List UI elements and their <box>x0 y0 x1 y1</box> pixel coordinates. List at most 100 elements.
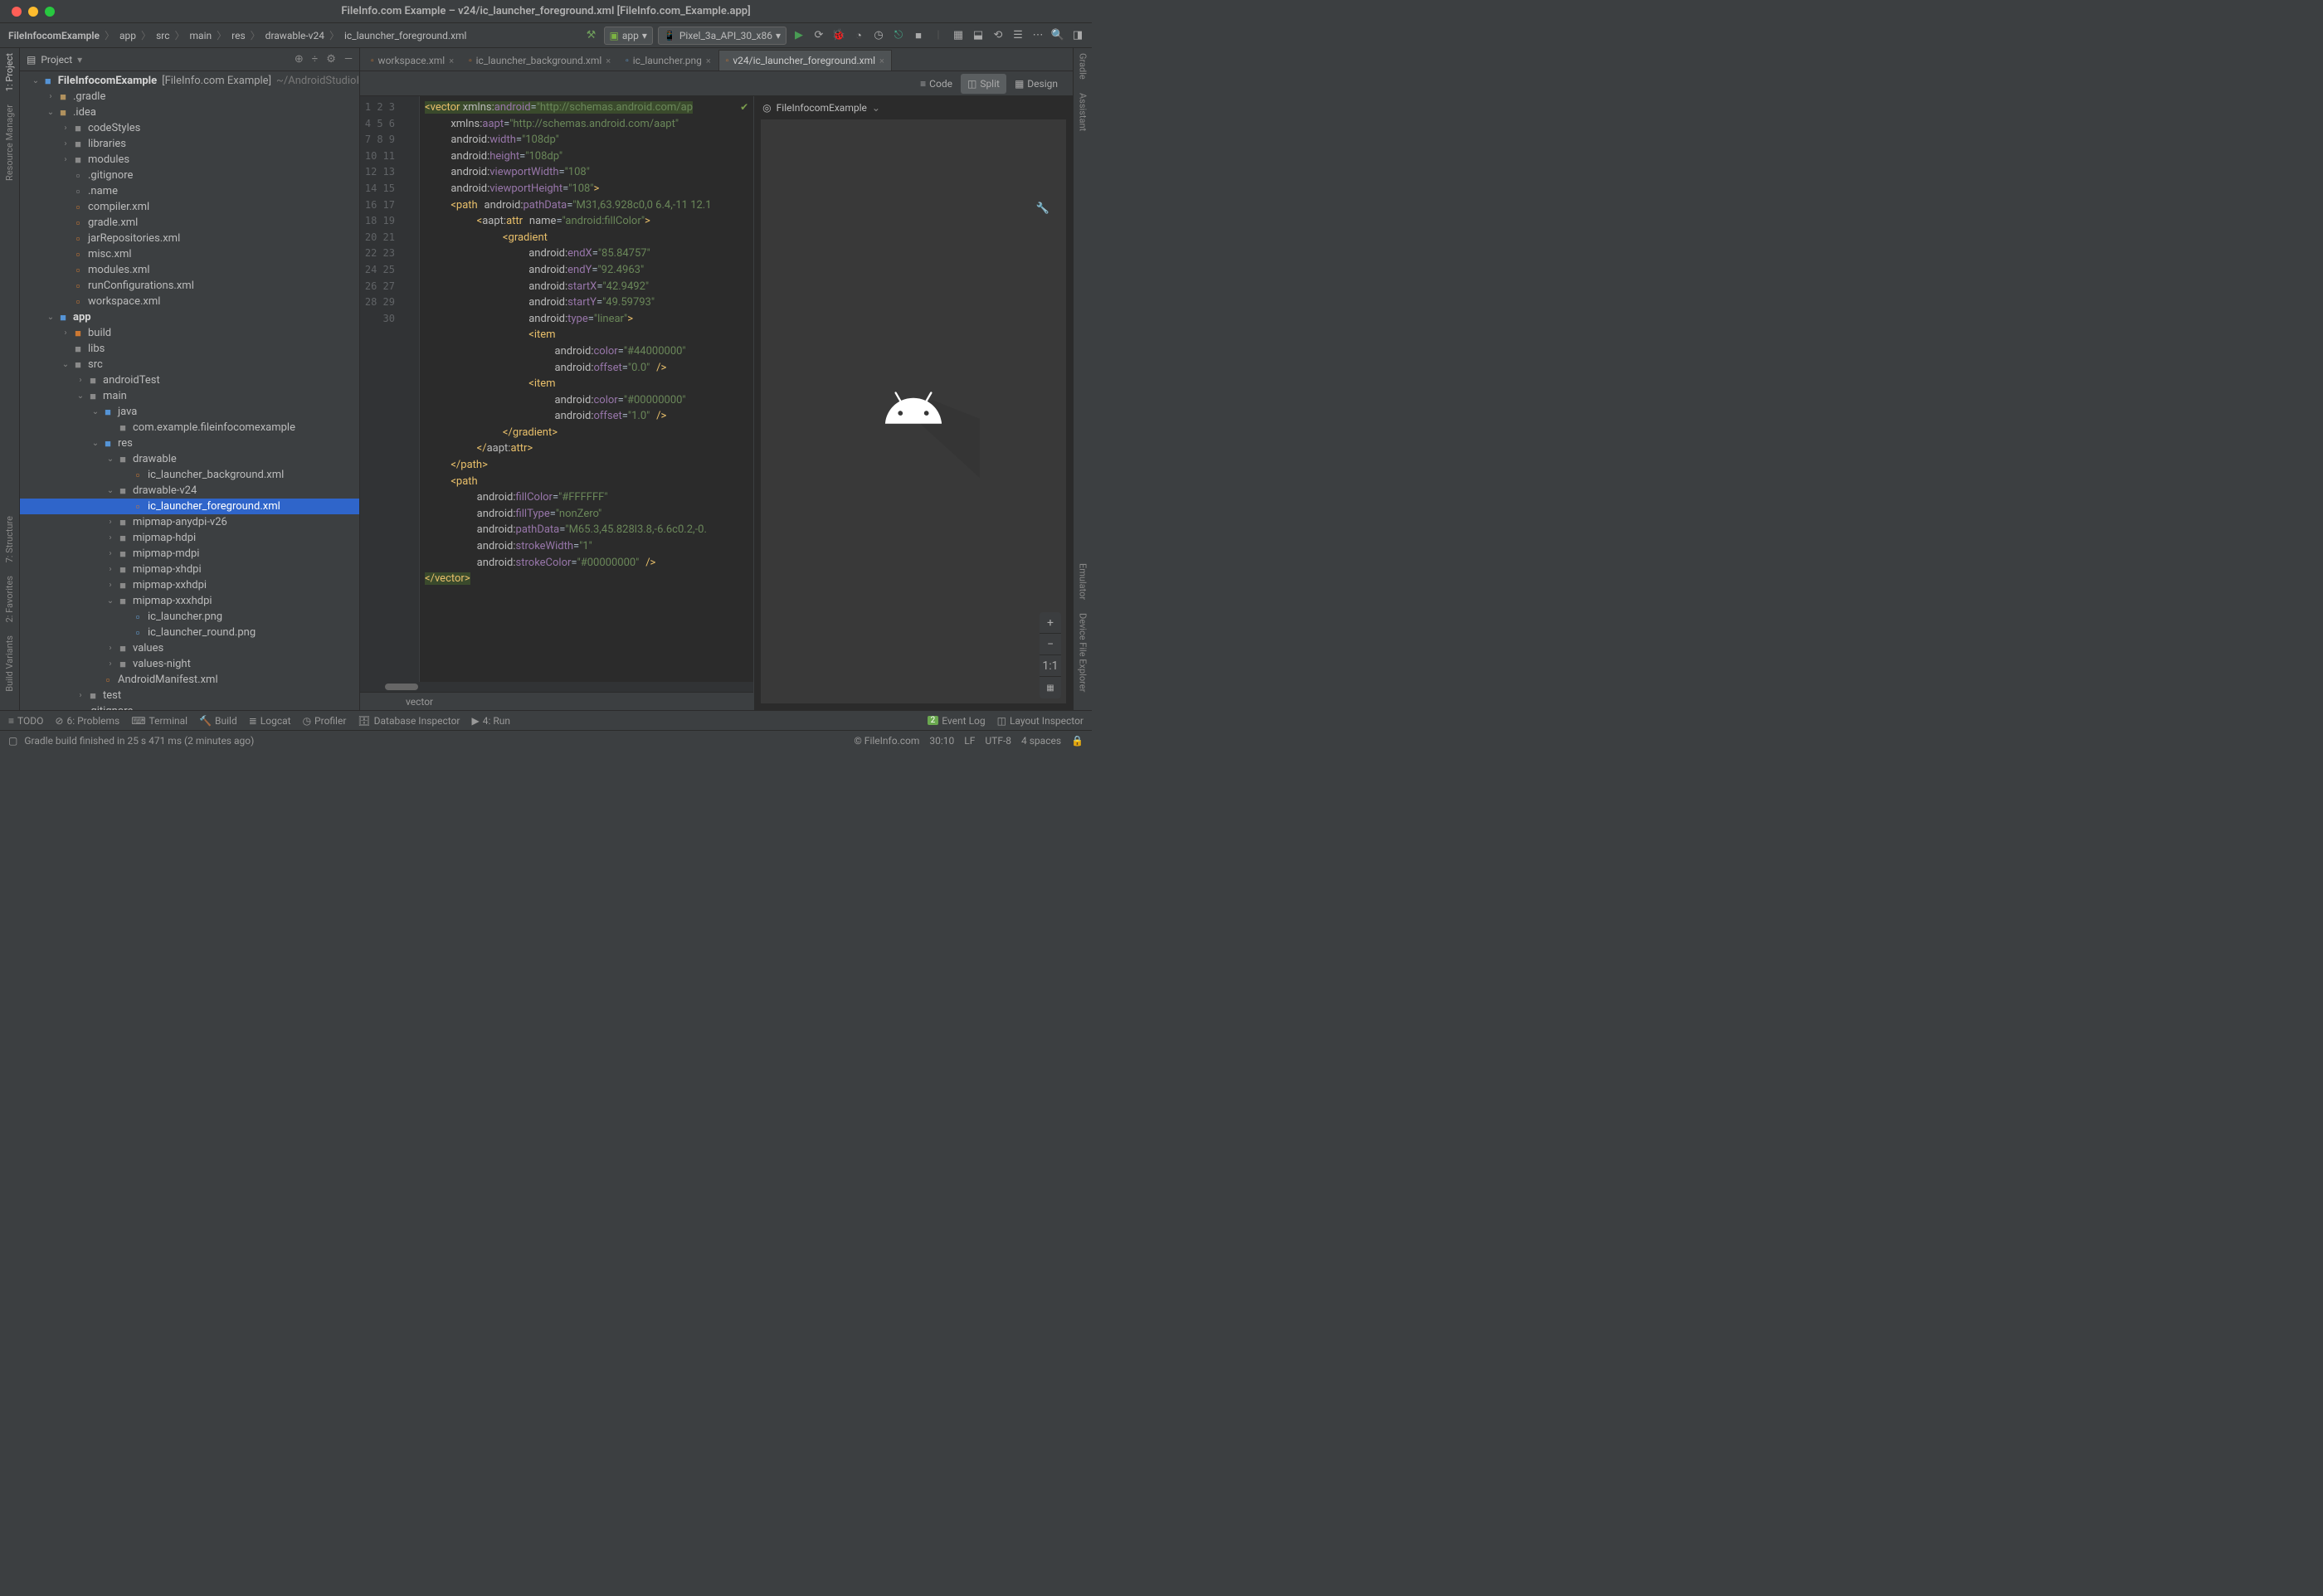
status-indent[interactable]: 4 spaces <box>1021 735 1061 747</box>
rail-favorites[interactable]: 2: Favorites <box>4 576 15 622</box>
breadcrumb-item[interactable]: ic_launcher_foreground.xml <box>343 30 468 41</box>
search-icon[interactable]: 🔍 <box>1050 28 1065 43</box>
close-tab-icon[interactable]: × <box>706 56 711 66</box>
db-inspector-tab[interactable]: 🗄 Database Inspector <box>358 715 460 727</box>
view-code[interactable]: ≡Code <box>913 74 959 94</box>
stop-icon[interactable]: ■ <box>911 28 926 43</box>
gear-icon[interactable]: ⚙ <box>326 53 336 66</box>
breadcrumb-item[interactable]: app <box>118 30 138 41</box>
line-number-gutter[interactable]: 1 2 3 4 5 6 7 8 9 10 11 12 13 14 15 16 1… <box>360 96 402 682</box>
debug-icon[interactable]: 🐞 <box>831 28 846 43</box>
sdk-icon[interactable]: ⬓ <box>971 28 986 43</box>
tree-row[interactable]: ■libs <box>20 341 359 357</box>
tree-row[interactable]: ⌄■main <box>20 388 359 404</box>
project-view-selector[interactable]: ▤Project▾ <box>27 54 82 66</box>
avd-icon[interactable]: ▦ <box>951 28 966 43</box>
profiler-tab[interactable]: ◷ Profiler <box>303 715 347 727</box>
tree-row[interactable]: ⌄■src <box>20 357 359 372</box>
breadcrumb-item[interactable]: src <box>154 30 171 41</box>
tree-row[interactable]: ⌄■drawable <box>20 451 359 467</box>
tree-row[interactable]: ⌄■FileInfocomExample[FileInfo.com Exampl… <box>20 73 359 89</box>
close-tab-icon[interactable]: × <box>879 56 884 66</box>
tree-row[interactable]: ▫misc.xml <box>20 246 359 262</box>
terminal-tab[interactable]: ⌨ Terminal <box>131 715 187 727</box>
tree-row[interactable]: ⌄■java <box>20 404 359 420</box>
tree-row[interactable]: ›■.gradle <box>20 89 359 105</box>
attach-icon[interactable]: ⎋ <box>891 28 906 43</box>
tree-row[interactable]: ›■codeStyles <box>20 120 359 136</box>
project-tree[interactable]: ⌄■FileInfocomExample[FileInfo.com Exampl… <box>20 71 359 710</box>
tree-row[interactable]: ⌄■drawable-v24 <box>20 483 359 499</box>
tree-row[interactable]: ⌄■app <box>20 309 359 325</box>
tree-row[interactable]: ▫workspace.xml <box>20 294 359 309</box>
rail-build-variants[interactable]: Build Variants <box>4 635 15 692</box>
horizontal-scrollbar[interactable] <box>360 682 753 692</box>
zoom-reset-button[interactable]: ▦ <box>1040 677 1061 698</box>
rail-resource-manager[interactable]: Resource Manager <box>4 105 15 181</box>
profile-icon[interactable]: ◷ <box>871 28 886 43</box>
tree-row[interactable]: ›■values-night <box>20 656 359 672</box>
tree-row[interactable]: ▫jarRepositories.xml <box>20 231 359 246</box>
structure-icon[interactable]: ☰ <box>1011 28 1025 43</box>
hide-icon[interactable]: — <box>344 53 353 66</box>
zoom-fit-button[interactable]: 1:1 <box>1040 655 1061 677</box>
view-design[interactable]: ▦Design <box>1008 74 1064 94</box>
settings-icon[interactable]: ◨ <box>1070 28 1085 43</box>
preview-canvas[interactable]: 🔧 + − 1:1 ▦ <box>761 119 1066 703</box>
tree-row[interactable]: ▫.name <box>20 183 359 199</box>
more-icon[interactable]: ⋯ <box>1030 28 1045 43</box>
rail-device-file-explorer[interactable]: Device File Explorer <box>1078 613 1088 692</box>
event-log-tab[interactable]: 2 Event Log <box>928 715 986 727</box>
minimize-window-button[interactable] <box>28 7 38 17</box>
device-dropdown[interactable]: 📱Pixel_3a_API_30_x86▾ <box>658 27 787 45</box>
tree-row[interactable]: ▫.gitignore <box>20 168 359 183</box>
run-icon[interactable]: ▶ <box>791 28 806 43</box>
status-cursor-pos[interactable]: 30:10 <box>929 735 954 747</box>
zoom-out-button[interactable]: − <box>1040 634 1061 655</box>
tree-row[interactable]: ▫ic_launcher_round.png <box>20 625 359 640</box>
zoom-in-button[interactable]: + <box>1040 612 1061 634</box>
tree-row[interactable]: ▫runConfigurations.xml <box>20 278 359 294</box>
todo-tab[interactable]: ≡ TODO <box>8 715 43 727</box>
hammer-icon[interactable]: ⚒ <box>584 28 599 43</box>
status-sidebar-icon[interactable]: ▢ <box>8 735 17 747</box>
status-line-sep[interactable]: LF <box>964 735 975 747</box>
preview-header[interactable]: ◎FileInfocomExample⌄ <box>754 96 1073 119</box>
tree-row[interactable]: ›■modules <box>20 152 359 168</box>
tree-row[interactable]: ▫ic_launcher.png <box>20 609 359 625</box>
tree-row[interactable]: ⌄■.idea <box>20 105 359 120</box>
apply-changes-icon[interactable]: ⟳ <box>811 28 826 43</box>
status-encoding[interactable]: UTF-8 <box>985 735 1011 747</box>
status-lock-icon[interactable]: 🔒 <box>1071 735 1084 747</box>
sync-icon[interactable]: ⟲ <box>991 28 1006 43</box>
editor-tab[interactable]: ▫ic_launcher.png× <box>618 50 718 71</box>
tree-row[interactable]: ▫gradle.xml <box>20 215 359 231</box>
wrench-icon[interactable]: 🔧 <box>1036 202 1049 215</box>
tree-row[interactable]: ›■mipmap-mdpi <box>20 546 359 562</box>
layout-inspector-tab[interactable]: ◫ Layout Inspector <box>997 715 1084 727</box>
tree-row[interactable]: ▫.gitignore <box>20 703 359 710</box>
tree-row[interactable]: ▫compiler.xml <box>20 199 359 215</box>
view-split[interactable]: ◫Split <box>961 74 1006 94</box>
maximize-window-button[interactable] <box>45 7 55 17</box>
scroll-from-source-icon[interactable]: ⊕ <box>295 53 304 66</box>
tree-row[interactable]: ›■libraries <box>20 136 359 152</box>
breadcrumb-item[interactable]: main <box>188 30 214 41</box>
tree-row[interactable]: ›■build <box>20 325 359 341</box>
close-window-button[interactable] <box>12 7 22 17</box>
close-tab-icon[interactable]: × <box>606 56 611 66</box>
run-tab[interactable]: ▶ 4: Run <box>472 715 511 727</box>
editor-breadcrumb[interactable]: vector <box>360 692 753 710</box>
tree-row[interactable]: ⌄■res <box>20 435 359 451</box>
rail-project[interactable]: 1: Project <box>4 53 15 91</box>
tree-row[interactable]: ■com.example.fileinfocomexample <box>20 420 359 435</box>
module-dropdown[interactable]: ▣app▾ <box>604 27 653 45</box>
tree-row[interactable]: ▫modules.xml <box>20 262 359 278</box>
tree-row[interactable]: ›■values <box>20 640 359 656</box>
collapse-icon[interactable]: ÷ <box>312 53 318 66</box>
tree-row[interactable]: ▫ic_launcher_background.xml <box>20 467 359 483</box>
coverage-icon[interactable]: ◔ <box>851 28 866 43</box>
rail-gradle[interactable]: Gradle <box>1078 53 1088 80</box>
tree-row[interactable]: ›■mipmap-anydpi-v26 <box>20 514 359 530</box>
editor-tab[interactable]: ▫v24/ic_launcher_foreground.xml× <box>718 50 892 71</box>
